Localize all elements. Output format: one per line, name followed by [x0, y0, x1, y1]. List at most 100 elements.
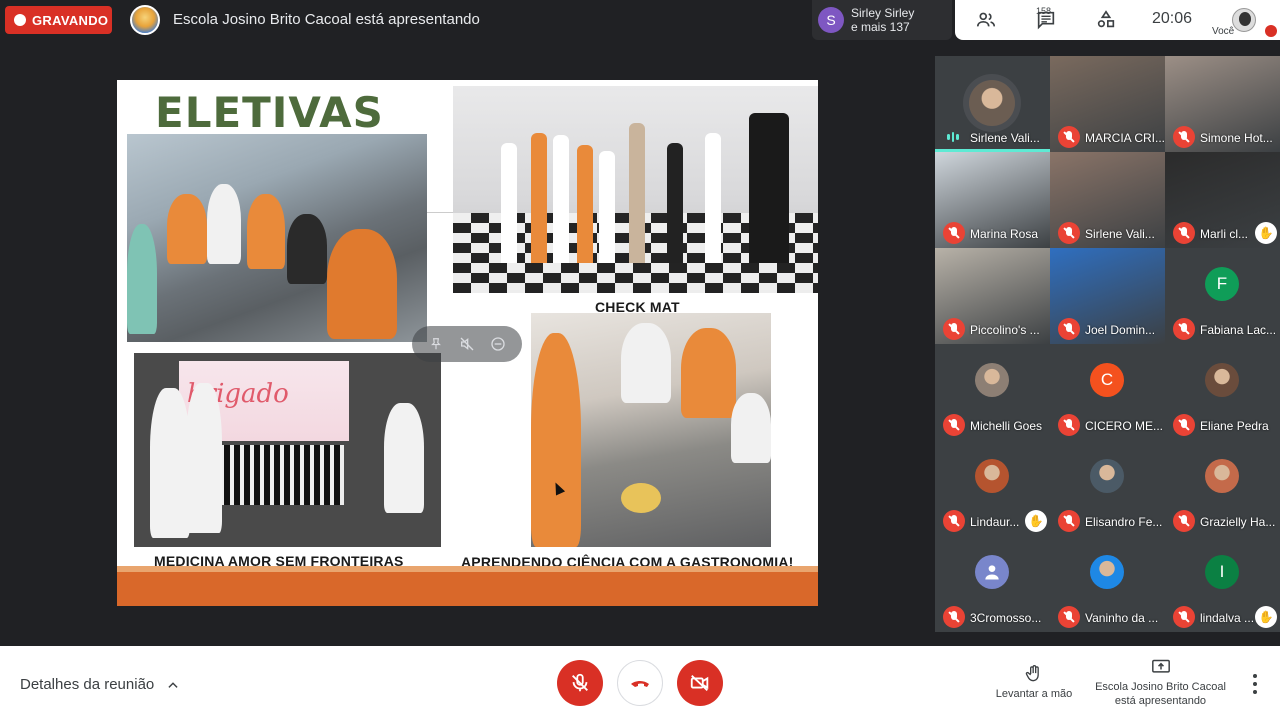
participant-avatar: [1205, 459, 1239, 493]
muted-mic-icon: [1173, 318, 1195, 340]
presenter-chip[interactable]: S Sirley Sirley e mais 137: [812, 0, 952, 40]
participant-tile[interactable]: Eliane Pedra: [1165, 344, 1280, 440]
raise-hand-label: Levantar a mão: [995, 688, 1073, 700]
participant-tile[interactable]: C CICERO ME...: [1050, 344, 1165, 440]
participant-name: Michelli Goes: [970, 419, 1043, 433]
chat-button[interactable]: [1034, 8, 1058, 32]
raise-hand-button[interactable]: Levantar a mão: [993, 664, 1075, 700]
participant-tile[interactable]: Elisandro Fe...: [1050, 440, 1165, 536]
school-logo: [130, 5, 160, 35]
participant-name: MARCIA CRI...: [1085, 131, 1165, 145]
clock: 20:06: [1152, 10, 1193, 27]
participant-name: Elisandro Fe...: [1085, 515, 1163, 529]
presenting-line2: está apresentando: [1114, 695, 1207, 707]
participant-name: Sirlene Vali...: [1085, 227, 1155, 241]
more-vert-icon: [1253, 674, 1257, 678]
muted-mic-icon: [1058, 510, 1080, 532]
participant-avatar: [1205, 363, 1239, 397]
participant-tile[interactable]: Vaninho da ...: [1050, 536, 1165, 632]
slide-footer-bar: [117, 566, 818, 606]
mute-audio-icon[interactable]: [457, 334, 477, 354]
presenter-avatar: S: [818, 7, 844, 33]
self-muted-icon: [1265, 25, 1277, 37]
present-screen-icon: [1151, 659, 1170, 673]
muted-mic-icon: [1173, 414, 1195, 436]
participant-name: Marina Rosa: [970, 227, 1039, 241]
recording-label: GRAVANDO: [32, 12, 109, 28]
self-label: Você: [1212, 26, 1235, 37]
participant-avatar: [975, 363, 1009, 397]
muted-mic-icon: [943, 414, 965, 436]
participant-tile[interactable]: Sirlene Vali...: [935, 56, 1050, 152]
recording-dot-icon: [14, 14, 26, 26]
speaking-indicator-icon: [947, 131, 960, 143]
muted-mic-icon: [1058, 414, 1080, 436]
participant-name: Eliane Pedra: [1200, 419, 1269, 433]
participant-name: Fabiana Lac...: [1200, 323, 1277, 337]
muted-mic-icon: [943, 222, 965, 244]
participant-tile[interactable]: Ilindalva ... ✋: [1165, 536, 1280, 632]
muted-mic-icon: [1058, 126, 1080, 148]
participant-tile[interactable]: Michelli Goes: [935, 344, 1050, 440]
muted-mic-icon: [943, 318, 965, 340]
raised-hand-icon: ✋: [1255, 222, 1277, 244]
muted-mic-icon: [1058, 318, 1080, 340]
muted-mic-icon: [1173, 126, 1195, 148]
leave-call-button[interactable]: [617, 660, 663, 706]
participant-tile[interactable]: MARCIA CRI...: [1050, 56, 1165, 152]
more-options-button[interactable]: [1250, 674, 1260, 694]
participant-tile[interactable]: Piccolino's ...: [935, 248, 1050, 344]
participant-tile[interactable]: Sirlene Vali...: [1050, 152, 1165, 248]
people-icon: [976, 12, 996, 27]
participant-avatar: [975, 555, 1009, 589]
participant-avatar: C: [1090, 363, 1124, 397]
muted-mic-icon: [1173, 222, 1195, 244]
participant-name: Piccolino's ...: [970, 323, 1040, 337]
chess-photo: [453, 86, 818, 293]
raised-hand-icon: ✋: [1025, 510, 1047, 532]
self-avatar[interactable]: [1232, 8, 1256, 32]
presenting-title: Escola Josino Brito Cacoal está apresent…: [173, 11, 480, 28]
participant-tile[interactable]: 3Cromosso...: [935, 536, 1050, 632]
presenting-line1: Escola Josino Brito Cacoal: [1095, 681, 1226, 693]
mic-off-icon: [572, 673, 588, 692]
participant-tile[interactable]: Simone Hot...: [1165, 56, 1280, 152]
participant-tile[interactable]: Marina Rosa: [935, 152, 1050, 248]
participant-avatar: [975, 459, 1009, 493]
participant-tile[interactable]: Grazielly Ha...: [1165, 440, 1280, 536]
participant-tile[interactable]: Lindaur... ✋: [935, 440, 1050, 536]
raised-hand-icon: ✋: [1255, 606, 1277, 628]
microphone-toggle-button[interactable]: [557, 660, 603, 706]
presenting-button[interactable]: Escola Josino Brito Cacoal está apresent…: [1093, 658, 1228, 708]
participant-name: 3Cromosso...: [970, 611, 1042, 625]
camera-toggle-button[interactable]: [677, 660, 723, 706]
meeting-details-label: Detalhes da reunião: [20, 676, 155, 693]
muted-mic-icon: [943, 510, 965, 532]
top-bar: GRAVANDO Escola Josino Brito Cacoal está…: [0, 0, 1280, 40]
participant-tile[interactable]: F Fabiana Lac...: [1165, 248, 1280, 344]
hang-up-icon: [631, 681, 649, 687]
minimize-icon[interactable]: [488, 334, 508, 354]
medicine-photo: brigado: [134, 353, 441, 547]
participant-name: Marli cl...: [1200, 227, 1248, 241]
presenter-others: e mais 137: [851, 20, 910, 34]
participant-name: lindalva ...: [1200, 611, 1255, 625]
muted-mic-icon: [1058, 606, 1080, 628]
participants-button[interactable]: [973, 8, 999, 32]
pin-icon[interactable]: [426, 334, 446, 354]
bottom-bar: Detalhes da reunião Levantar a mão Escol…: [0, 646, 1280, 720]
participant-avatar: [1090, 459, 1124, 493]
participant-tile[interactable]: Joel Domin...: [1050, 248, 1165, 344]
participant-avatar: [969, 80, 1015, 126]
muted-mic-icon: [943, 606, 965, 628]
muted-mic-icon: [1058, 222, 1080, 244]
participant-name: Sirlene Vali...: [970, 131, 1040, 145]
recording-badge: GRAVANDO: [5, 6, 112, 34]
participant-name: Lindaur...: [970, 515, 1020, 529]
slide-divider: [427, 212, 453, 213]
activities-button[interactable]: [1094, 8, 1118, 32]
participant-name: Simone Hot...: [1200, 131, 1273, 145]
participant-tile[interactable]: Marli cl... ✋: [1165, 152, 1280, 248]
gastronomy-photo: [531, 313, 771, 547]
meeting-details-button[interactable]: Detalhes da reunião: [20, 676, 180, 693]
